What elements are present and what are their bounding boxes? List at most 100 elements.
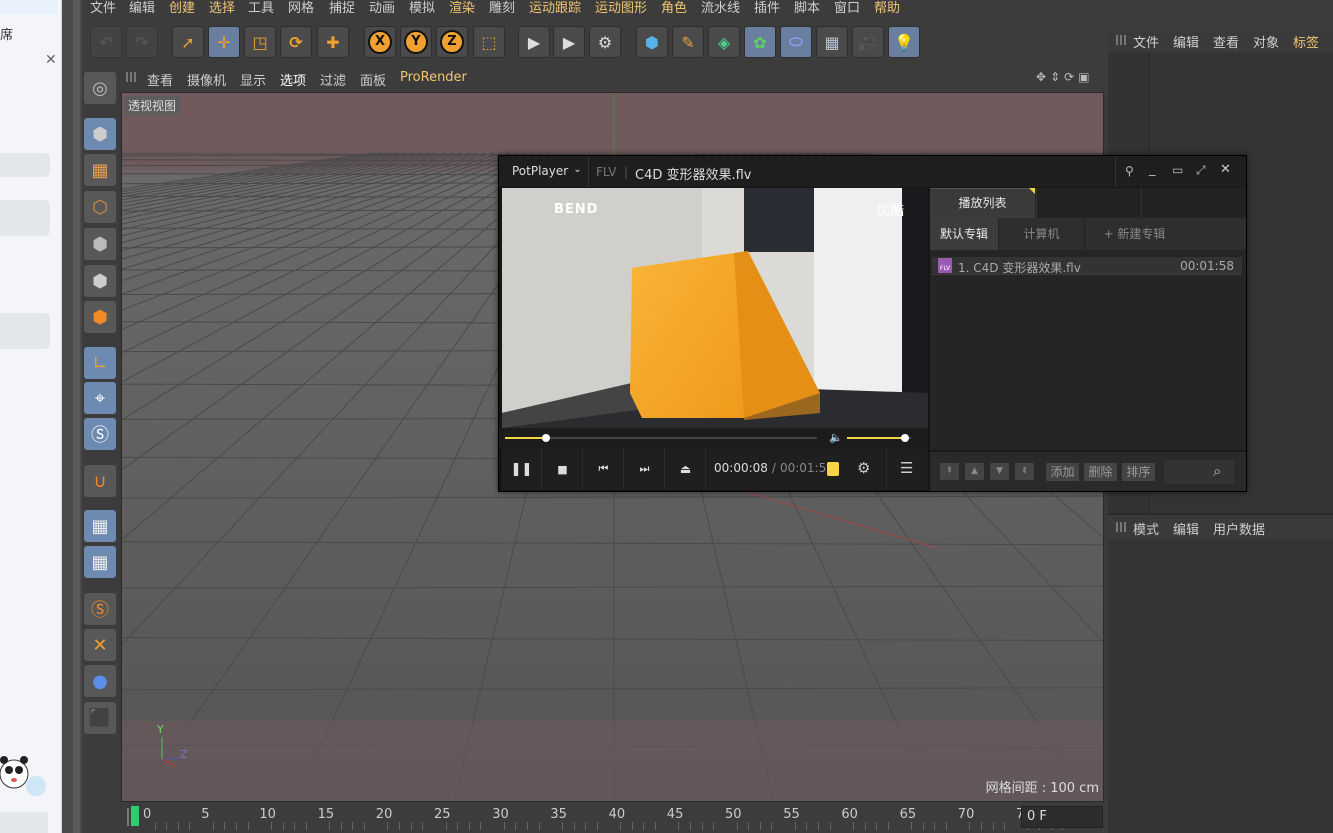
new-album-button[interactable]: + 新建专辑 <box>1084 218 1184 250</box>
undo-button[interactable]: ↶ <box>90 26 122 58</box>
viewport-menu-3[interactable]: 选项 <box>280 70 306 89</box>
edge-mode-button[interactable]: ⬢ <box>84 265 116 297</box>
viewport-menu-4[interactable]: 过滤 <box>320 70 346 89</box>
object-tab-1[interactable]: 编辑 <box>1173 32 1199 51</box>
volume-handle[interactable] <box>900 434 909 442</box>
tab-empty[interactable] <box>1036 188 1140 218</box>
eject-button[interactable]: ⏏ <box>666 448 706 490</box>
snap-button[interactable]: ∪ <box>84 465 116 497</box>
move-up-icon[interactable]: ▲ <box>965 463 984 480</box>
fullscreen-icon[interactable]: ⤢ <box>1196 163 1206 178</box>
move-bottom-icon[interactable]: ⇟ <box>1015 463 1034 480</box>
viewport-menu-1[interactable]: 摄像机 <box>187 70 226 89</box>
close-icon[interactable]: ✕ <box>1220 162 1231 177</box>
render-view-button[interactable]: ▶ <box>518 26 550 58</box>
workplane-grid-button[interactable]: ▦ <box>84 546 116 578</box>
volume-icon[interactable]: 🔈 <box>829 431 843 444</box>
sidebar-item[interactable] <box>0 200 50 236</box>
video-frame[interactable]: BEND 优酷 <box>502 188 928 428</box>
symmetry-button[interactable]: ✕ <box>84 629 116 661</box>
subtitle-icon[interactable] <box>827 462 839 476</box>
minimize-icon[interactable]: _ <box>1149 162 1156 177</box>
move-top-icon[interactable]: ⇞ <box>940 463 959 480</box>
menu-item[interactable]: 插件 <box>754 0 780 20</box>
polygon-mode-button[interactable]: ⬢ <box>84 301 116 333</box>
scale-button[interactable]: ◳ <box>244 26 276 58</box>
lock-workplane-button[interactable]: ▦ <box>84 510 116 542</box>
menu-item[interactable]: 渲染 <box>449 0 475 20</box>
object-tab-3[interactable]: 对象 <box>1253 32 1279 51</box>
viewport-menu-6[interactable]: ProRender <box>400 70 467 85</box>
attr-tab-0[interactable]: 模式 <box>1133 519 1159 538</box>
pin-icon[interactable]: ⚲ <box>1125 164 1134 178</box>
tweak-mode-button[interactable]: ⌖ <box>84 382 116 414</box>
menu-item[interactable]: 捕捉 <box>329 0 355 20</box>
menu-item[interactable]: 文件 <box>90 0 116 20</box>
solo-button[interactable]: Ⓢ <box>84 418 116 450</box>
close-icon[interactable]: ✕ <box>45 52 57 68</box>
object-tab-2[interactable]: 查看 <box>1213 32 1239 51</box>
search-icon[interactable]: ⌕ <box>1213 462 1221 480</box>
cloner-button[interactable]: ✿ <box>744 26 776 58</box>
coordinate-system-button[interactable]: ⬚ <box>473 26 505 58</box>
previous-button[interactable]: ⏮ <box>584 448 624 490</box>
menu-item[interactable]: 脚本 <box>794 0 820 20</box>
tab-default-album[interactable]: 默认专辑 <box>930 218 998 250</box>
world-button[interactable]: ◎ <box>84 72 116 104</box>
cube-button[interactable]: ⬢ <box>636 26 668 58</box>
tab-empty[interactable] <box>1141 188 1246 218</box>
menu-item[interactable]: 选择 <box>209 0 235 20</box>
sort-button[interactable]: 排序 <box>1122 463 1155 481</box>
render-region-button[interactable]: ⬛ <box>84 702 116 734</box>
viewport-menu-0[interactable]: 查看 <box>147 70 173 89</box>
maximize-icon[interactable]: ▭ <box>1172 163 1183 177</box>
object-tab-0[interactable]: 文件 <box>1133 32 1159 51</box>
deformer-button[interactable]: ⬭ <box>780 26 812 58</box>
maximize-view-icon[interactable]: ▣ <box>1078 70 1089 86</box>
move-view-icon[interactable]: ✥ <box>1036 70 1046 86</box>
next-button[interactable]: ⏭ <box>625 448 665 490</box>
menu-item[interactable]: 创建 <box>169 0 195 20</box>
delete-button[interactable]: 删除 <box>1084 463 1117 481</box>
y-axis-button[interactable]: Y <box>400 26 432 58</box>
menu-item[interactable]: 模拟 <box>409 0 435 20</box>
volume-track[interactable] <box>847 434 911 442</box>
menu-item[interactable]: 工具 <box>248 0 274 20</box>
seek-track[interactable] <box>505 434 817 442</box>
sidebar-item[interactable] <box>0 313 50 349</box>
menu-item[interactable]: 雕刻 <box>489 0 515 20</box>
point-mode-button[interactable]: ⬢ <box>84 228 116 260</box>
floor-button[interactable]: ▦ <box>816 26 848 58</box>
rotate-view-icon[interactable]: ⟳ <box>1064 70 1074 86</box>
sculpt-s-button[interactable]: Ⓢ <box>84 593 116 625</box>
menu-item[interactable]: 网格 <box>288 0 314 20</box>
potplayer-window[interactable]: PotPlayer ⌄ FLV | C4D 变形器效果.flv ⚲ _ ▭ ⤢ ✕… <box>498 155 1247 492</box>
z-axis-button[interactable]: Z <box>436 26 468 58</box>
menu-item[interactable]: 流水线 <box>701 0 740 20</box>
object-tab-4[interactable]: 标签 <box>1293 32 1319 51</box>
add-button[interactable]: 添加 <box>1046 463 1079 481</box>
redo-button[interactable]: ↷ <box>126 26 158 58</box>
x-axis-button[interactable]: X <box>364 26 396 58</box>
texture-mode-button[interactable]: ▦ <box>84 154 116 186</box>
render-picture-viewer-button[interactable]: ▶ <box>553 26 585 58</box>
potplayer-menu-button[interactable]: PotPlayer ⌄ <box>512 164 582 178</box>
workplane-button[interactable]: ⬡ <box>84 191 116 223</box>
move-down-icon[interactable]: ▼ <box>990 463 1009 480</box>
menu-item[interactable]: 动画 <box>369 0 395 20</box>
tab-playlist[interactable]: 播放列表 <box>930 188 1035 218</box>
axis-mode-button[interactable]: ∟ <box>84 347 116 379</box>
pause-button[interactable]: ❚❚ <box>502 448 542 490</box>
bake-button[interactable]: ● <box>84 665 116 697</box>
menu-item[interactable]: 角色 <box>661 0 687 20</box>
attr-tab-1[interactable]: 编辑 <box>1173 519 1199 538</box>
light-button[interactable]: 💡 <box>888 26 920 58</box>
sidebar-item[interactable] <box>0 153 50 177</box>
camera-button[interactable]: 🎥 <box>852 26 884 58</box>
stop-button[interactable]: ■ <box>543 448 583 490</box>
menu-item[interactable]: 帮助 <box>874 0 900 20</box>
zoom-view-icon[interactable]: ⇕ <box>1050 70 1060 86</box>
frame-field[interactable]: 0 F <box>1021 806 1103 828</box>
model-mode-button[interactable]: ⬢ <box>84 118 116 150</box>
axis-move-button[interactable]: ✚ <box>317 26 349 58</box>
